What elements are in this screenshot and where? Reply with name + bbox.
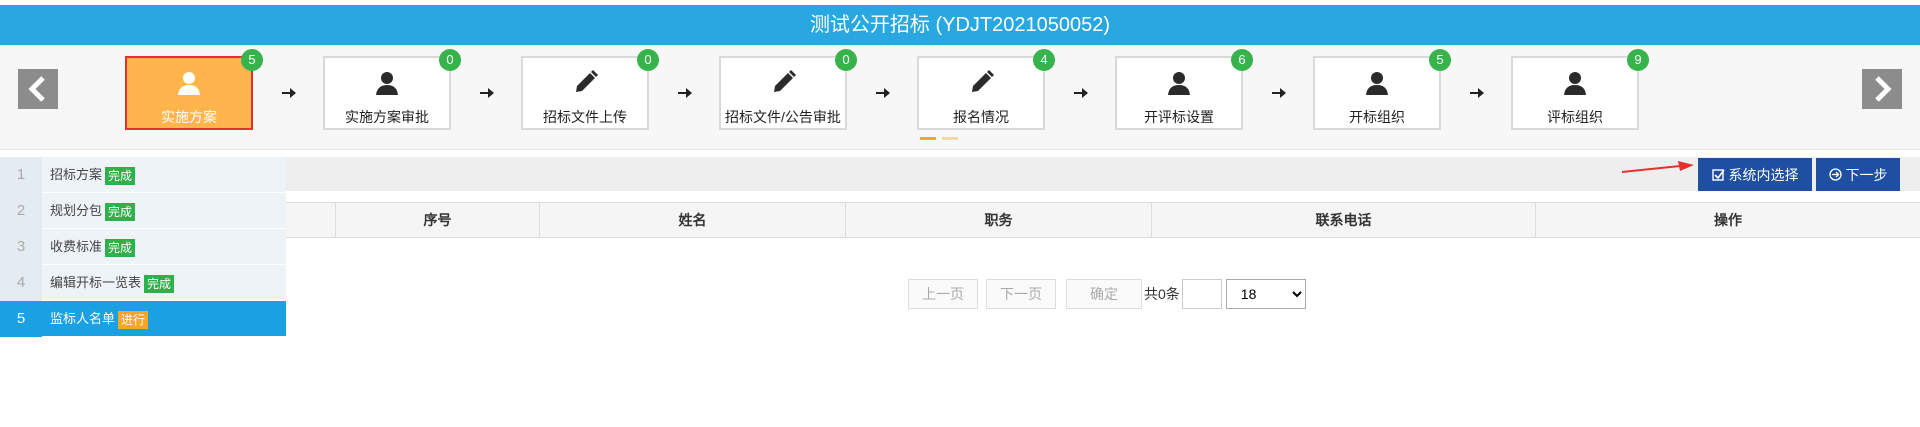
total-count: 共0条 [1144,286,1180,302]
step-strip: 实施方案 5 实施方案审批 0 招标文件上传 0 招标文件/公告审批 0 报名情… [0,45,1920,150]
user-icon [1168,72,1190,95]
step-badge: 0 [637,49,659,71]
substep-item-5[interactable]: 5 监标人名单 进行 [0,301,286,337]
status-badge: 进行 [118,310,149,329]
substep-item-4[interactable]: 4 编辑开标一览表 完成 [0,265,286,301]
page-size-select[interactable]: 18 [1225,279,1306,309]
substep-item-1[interactable]: 1 招标方案 完成 [0,157,286,193]
confirm-button[interactable]: 确定 [1066,279,1142,309]
arrow-right-icon [480,88,494,98]
substep-number: 3 [0,229,42,265]
prev-arrow-button[interactable] [18,69,58,109]
page-number-input[interactable] [1181,279,1222,309]
substep-number: 1 [0,157,42,193]
status-badge: 完成 [105,166,136,185]
column-header: 姓名 [540,203,846,237]
prev-page-button[interactable]: 上一页 [908,279,978,309]
user-icon [1366,72,1388,95]
step-8[interactable]: 评标组织 9 [1511,49,1649,130]
step-label: 开评标设置 [1144,109,1214,125]
step-label: 报名情况 [953,109,1009,125]
pencil-icon [774,70,796,92]
carousel-dot[interactable] [942,137,958,140]
pencil-icon [576,70,598,92]
substep-item-2[interactable]: 2 规划分包 完成 [0,193,286,229]
annotation-arrow-icon [1622,161,1694,173]
step-6[interactable]: 开评标设置 6 [1115,49,1253,130]
substep-label: 收费标准 [50,239,103,254]
substep-label: 编辑开标一览表 [50,275,142,290]
substep-item-3[interactable]: 3 收费标准 完成 [0,229,286,265]
step-2[interactable]: 实施方案审批 0 [323,49,461,130]
step-3[interactable]: 招标文件上传 0 [521,49,659,130]
chevron-left-icon [28,76,45,102]
circle-arrow-right-icon [1828,168,1842,181]
system-select-label: 系统内选择 [1728,166,1799,183]
step-label: 开标组织 [1349,109,1405,125]
column-header: 序号 [336,203,540,237]
step-label: 实施方案 [161,109,217,125]
substep-number: 2 [0,193,42,229]
pagination: 上一页 下一页 确定 共0条 18 [908,279,1306,309]
carousel-dot[interactable] [920,137,936,140]
step-1[interactable]: 实施方案 5 [125,49,263,130]
substep-list: 1 招标方案 完成 2 规划分包 完成 3 收费标准 完成 4 编辑开标一览表 完成 5… [0,157,286,337]
step-badge: 5 [241,49,263,71]
substep-number: 4 [0,265,42,301]
carousel-dots [920,137,958,141]
step-5[interactable]: 报名情况 4 [917,49,1055,130]
user-icon [376,72,398,95]
chevron-right-icon [1875,76,1892,102]
status-badge: 完成 [105,202,136,221]
next-step-button[interactable]: 下一步 [1816,158,1900,191]
substep-number: 5 [0,301,42,337]
arrow-right-icon [876,88,890,98]
next-step-label: 下一步 [1845,166,1888,183]
supervisor-table: 序号 姓名 职务 联系电话 操作 [286,202,1920,238]
column-header: 职务 [846,203,1152,237]
arrow-right-icon [1272,88,1286,98]
column-header-checkbox [286,203,336,237]
step-badge: 4 [1033,49,1055,71]
step-badge: 0 [439,49,461,71]
step-label: 实施方案审批 [345,109,429,125]
step-badge: 5 [1429,49,1451,71]
substep-label: 监标人名单 [50,311,116,326]
step-label: 评标组织 [1547,109,1603,125]
status-badge: 完成 [105,238,136,257]
pencil-icon [972,70,994,92]
column-header: 操作 [1714,212,1742,228]
step-badge: 9 [1627,49,1649,71]
step-badge: 0 [835,49,857,71]
next-arrow-button[interactable] [1862,69,1902,109]
substep-label: 招标方案 [50,167,103,182]
next-page-button[interactable]: 下一页 [986,279,1056,309]
arrow-right-icon [1074,88,1088,98]
arrow-right-icon [1470,88,1484,98]
step-label: 招标文件/公告审批 [725,109,841,125]
step-7[interactable]: 开标组织 5 [1313,49,1451,130]
status-badge: 完成 [144,274,175,293]
user-icon [178,72,200,95]
user-icon [1564,72,1586,95]
page-title: 测试公开招标 (YDJT2021050052) [0,5,1920,45]
arrow-right-icon [678,88,692,98]
checkbox-icon [1711,169,1725,181]
step-4[interactable]: 招标文件/公告审批 0 [719,49,857,130]
step-label: 招标文件上传 [543,109,627,125]
column-header: 联系电话 [1152,203,1536,237]
arrow-right-icon [282,88,296,98]
step-badge: 6 [1231,49,1253,71]
substep-label: 规划分包 [50,203,103,218]
system-select-button[interactable]: 系统内选择 [1698,158,1812,191]
